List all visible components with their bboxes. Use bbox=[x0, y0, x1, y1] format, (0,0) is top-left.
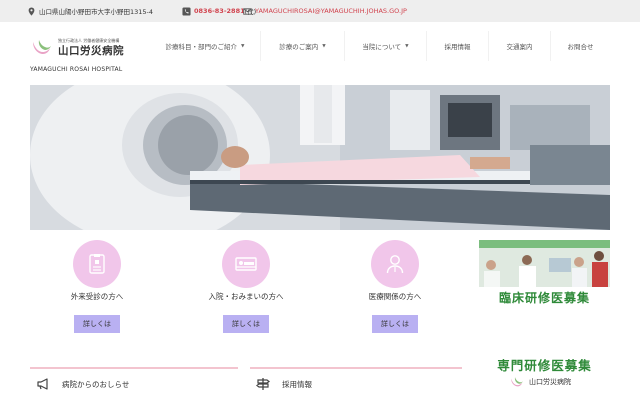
logo-hospital-name: 山口労災病院 bbox=[58, 45, 124, 57]
top-info-bar: 山口県山陽小野田市大字小野田1315-4 0836-83-2881 (代) YAM… bbox=[0, 0, 640, 22]
email-info[interactable]: YAMAGUCHIROSAI@YAMAGUCHIH.JOHAS.GO.JP bbox=[243, 5, 407, 17]
address-info: 山口県山陽小野田市大字小野田1315-4 bbox=[27, 5, 153, 17]
card-inpatient: 入院・おみまいの方へ 詳しくは bbox=[184, 240, 304, 340]
nav-label: お問合せ bbox=[567, 43, 594, 51]
nav-item-consultation[interactable]: 診療のご案内 ▼ bbox=[260, 31, 344, 61]
main-nav: 診療科目・部門のご紹介 ▼ 診療のご案内 ▼ 当院について ▼ 採用情報 交通案内 お… bbox=[150, 31, 610, 61]
card-details-button[interactable]: 詳しくは bbox=[223, 315, 269, 333]
specialist-training-title: 専門研修医募集 bbox=[497, 358, 592, 373]
nav-item-access[interactable]: 交通案内 bbox=[488, 31, 550, 61]
hero-image bbox=[30, 85, 610, 230]
nav-item-departments[interactable]: 診療科目・部門のご紹介 ▼ bbox=[150, 31, 260, 61]
megaphone-icon bbox=[37, 378, 48, 390]
logo-hospital-name-en: YAMAGUCHI ROSAI HOSPITAL bbox=[30, 66, 123, 73]
site-logo[interactable]: 独立行政法人 労働者健康安全機構 山口労災病院 YAMAGUCHI ROSAI … bbox=[30, 38, 140, 78]
nav-item-contact[interactable]: お問合せ bbox=[550, 31, 610, 61]
nav-item-recruit[interactable]: 採用情報 bbox=[426, 31, 488, 61]
site-header: 独立行政法人 労働者健康安全機構 山口労災病院 YAMAGUCHI ROSAI … bbox=[0, 22, 640, 85]
card-label: 外来受診の方へ bbox=[70, 292, 124, 301]
clinical-training-banner[interactable]: 臨床研修医募集 bbox=[479, 240, 610, 308]
card-label: 入院・おみまいの方へ bbox=[208, 292, 284, 301]
card-icon-circle bbox=[371, 240, 419, 288]
signpost-icon bbox=[256, 378, 270, 390]
logo-mark-icon bbox=[33, 40, 51, 54]
tab-recruitment[interactable]: 採用情報 bbox=[250, 367, 462, 400]
nav-label: 診療のご案内 bbox=[279, 43, 319, 51]
banner-hospital-name: 山口労災病院 bbox=[529, 378, 571, 386]
tab-label: 病院からのおしらせ bbox=[62, 380, 130, 389]
card-details-button[interactable]: 詳しくは bbox=[372, 315, 418, 333]
banner-hospital-logo: 山口労災病院 bbox=[509, 375, 571, 389]
card-outpatient: 外来受診の方へ 詳しくは bbox=[35, 240, 155, 340]
doctors-photo bbox=[479, 240, 610, 288]
specialist-training-banner[interactable]: 専門研修医募集 山口労災病院 bbox=[479, 352, 610, 394]
hospital-bed-icon bbox=[235, 257, 257, 271]
card-label: 医療関係の方へ bbox=[368, 292, 422, 301]
card-icon-circle bbox=[222, 240, 270, 288]
map-pin-icon bbox=[28, 6, 35, 16]
nav-label: 診療科目・部門のご紹介 bbox=[165, 43, 238, 51]
caret-down-icon: ▼ bbox=[405, 43, 409, 49]
phone-number: 0836-83-2881 bbox=[194, 7, 245, 15]
card-details-button[interactable]: 詳しくは bbox=[74, 315, 120, 333]
ct-scanner-illustration bbox=[30, 85, 610, 230]
logo-mark-icon bbox=[511, 376, 523, 386]
caret-down-icon: ▼ bbox=[322, 43, 326, 49]
tab-hospital-news[interactable]: 病院からのおしらせ bbox=[30, 367, 238, 400]
nav-label: 交通案内 bbox=[506, 43, 533, 51]
nav-label: 採用情報 bbox=[444, 43, 471, 51]
clinical-training-title: 臨床研修医募集 bbox=[479, 287, 610, 308]
caret-down-icon: ▼ bbox=[241, 43, 245, 49]
doctor-icon bbox=[386, 255, 404, 274]
nav-label: 当院について bbox=[362, 43, 402, 51]
phone-icon bbox=[182, 6, 191, 16]
address-text: 山口県山陽小野田市大字小野田1315-4 bbox=[39, 8, 154, 16]
email-address: YAMAGUCHIROSAI@YAMAGUCHIH.JOHAS.GO.JP bbox=[255, 7, 407, 15]
nav-item-about[interactable]: 当院について ▼ bbox=[344, 31, 426, 61]
id-card-icon bbox=[89, 254, 105, 274]
tab-label: 採用情報 bbox=[282, 380, 312, 389]
card-medical-professionals: 医療関係の方へ 詳しくは bbox=[333, 240, 453, 340]
mail-icon bbox=[243, 7, 252, 15]
card-icon-circle bbox=[73, 240, 121, 288]
